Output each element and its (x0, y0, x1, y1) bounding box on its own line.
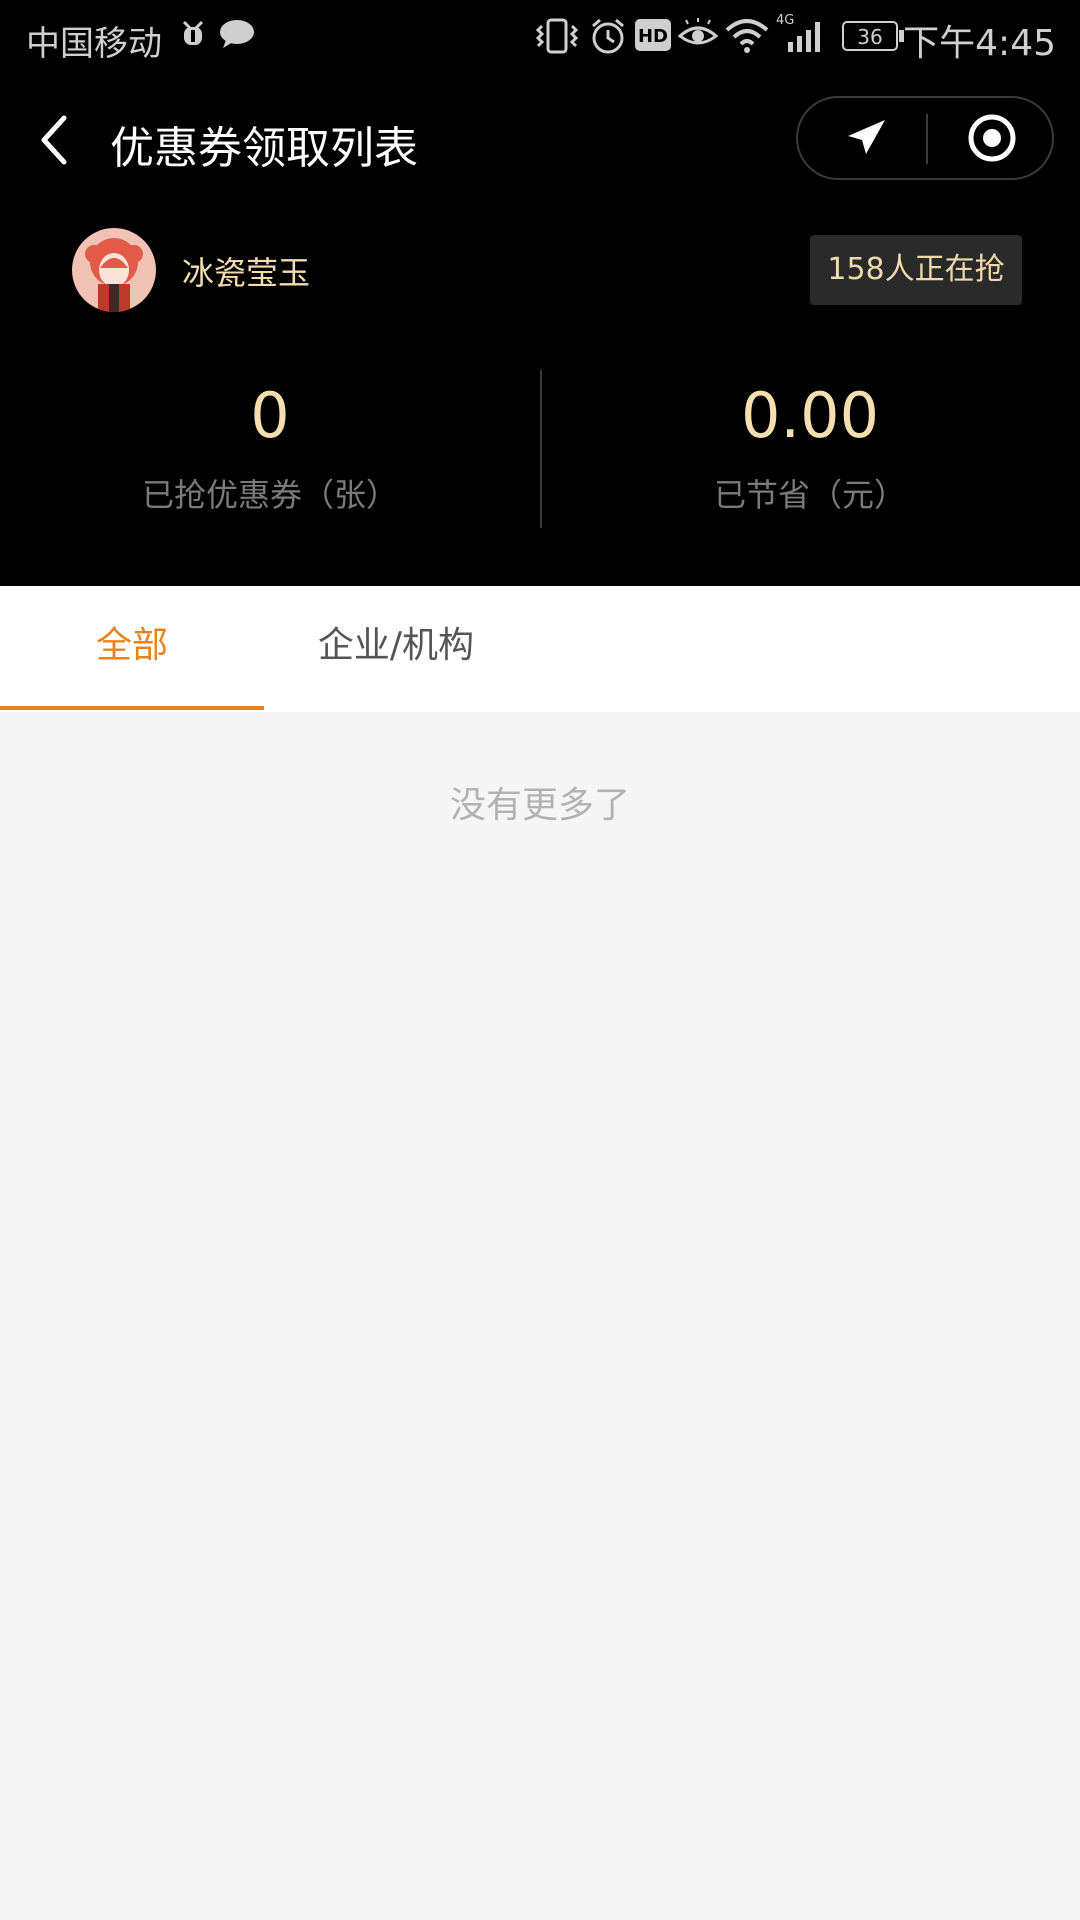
mini-program-capsule (796, 96, 1054, 180)
coupons-count: 0 (250, 379, 290, 452)
empty-list-message: 没有更多了 (449, 785, 630, 826)
cellular-signal-icon: 4G (774, 10, 830, 65)
header: 中国移动 HD 4G 36 下午4:45 优惠券领取列表 冰瓷莹玉 158人正在… (0, 0, 1080, 586)
location-share-button[interactable] (802, 98, 922, 178)
saved-stat: 0.00 已节省（元） (540, 380, 1080, 516)
tab-all-label: 全部 (95, 625, 168, 666)
bug-app-icon (176, 16, 210, 59)
battery-icon: 36 (842, 20, 906, 61)
chat-notification-icon (218, 18, 256, 59)
svg-text:4G: 4G (776, 13, 794, 28)
back-icon[interactable] (36, 112, 76, 168)
coupons-label: 已抢优惠券（张） (141, 476, 398, 514)
page-title: 优惠券领取列表 (110, 123, 418, 174)
grab-count-badge: 158人正在抢 (810, 235, 1022, 305)
hd-icon: HD (634, 18, 672, 61)
username: 冰瓷莹玉 (182, 254, 311, 292)
navigation-bar: 优惠券领取列表 (0, 90, 1080, 190)
status-bar: 中国移动 HD 4G 36 下午4:45 (0, 0, 1080, 76)
tab-enterprise-label: 企业/机构 (317, 625, 475, 666)
avatar (72, 228, 156, 312)
svg-text:HD: HD (638, 26, 668, 47)
tab-enterprise[interactable]: 企业/机构 (264, 586, 528, 712)
carrier-name: 中国移动 (26, 24, 162, 64)
vibrate-icon (534, 16, 580, 65)
eye-comfort-icon (677, 18, 719, 61)
alarm-icon (588, 16, 628, 65)
saved-label: 已节省（元） (713, 476, 906, 514)
tab-all[interactable]: 全部 (0, 586, 264, 712)
active-tab-indicator (0, 706, 264, 710)
saved-amount: 0.00 (740, 379, 880, 452)
coupons-stat: 0 已抢优惠券（张） (0, 380, 540, 516)
clock-time: 下午4:45 (903, 23, 1056, 64)
wifi-icon (724, 14, 770, 63)
tab-bar: 全部 企业/机构 (0, 586, 1080, 712)
close-target-button[interactable] (930, 98, 1050, 178)
capsule-divider (926, 114, 928, 164)
svg-text:36: 36 (857, 25, 882, 49)
